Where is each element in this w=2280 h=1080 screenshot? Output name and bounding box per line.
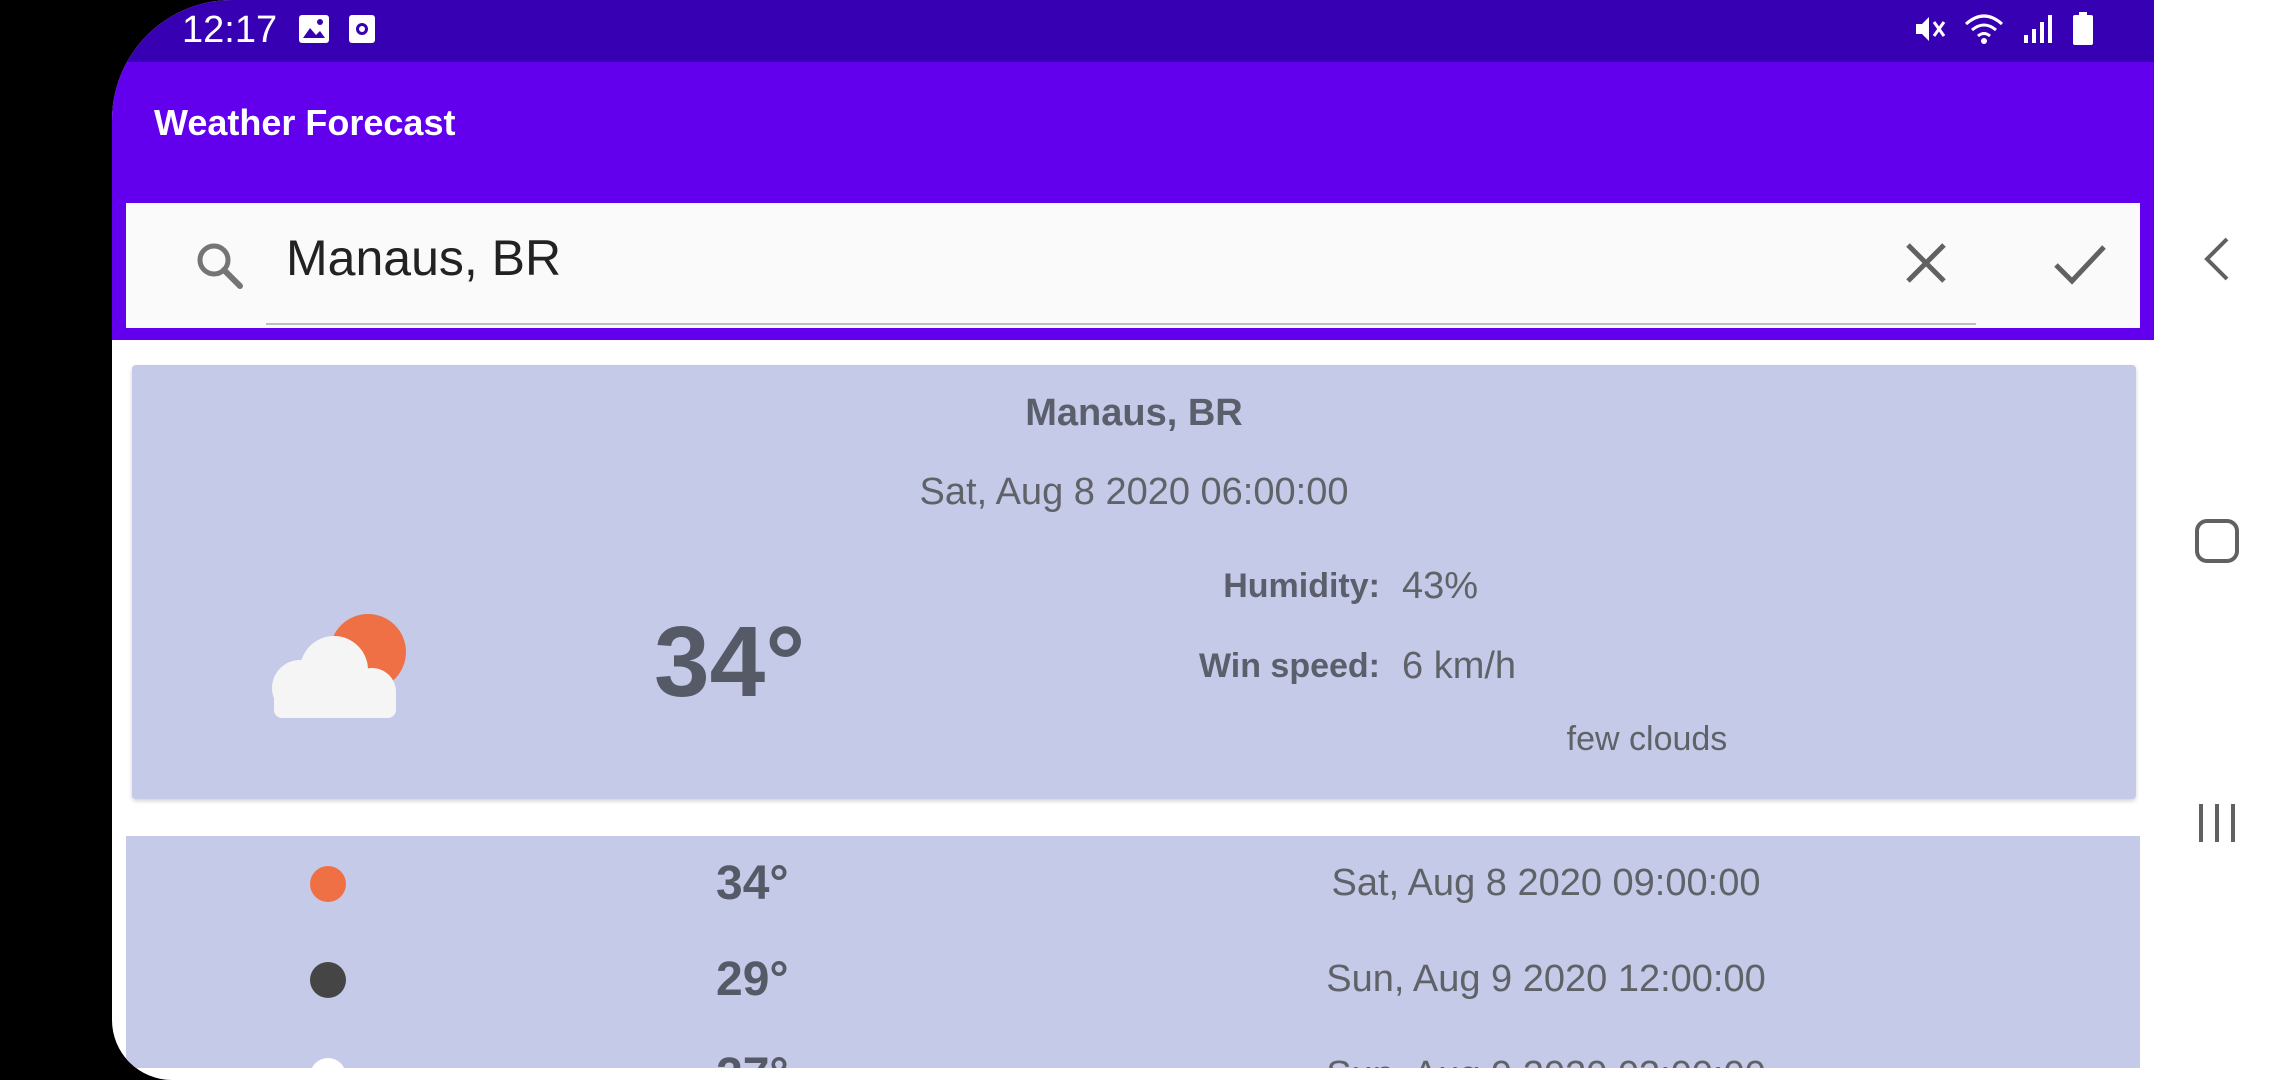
mute-icon [1912, 12, 1946, 51]
forecast-datetime: Sun, Aug 9 2020 03:00:00 [1246, 1054, 1846, 1068]
search-input[interactable] [286, 223, 1986, 293]
weather-description: few clouds [1566, 720, 1728, 758]
forecast-row[interactable]: 27° Sun, Aug 9 2020 03:00:00 [126, 1028, 2140, 1068]
current-temperature: 34° [654, 606, 806, 718]
recents-button[interactable] [2184, 790, 2250, 856]
check-icon [2054, 245, 2106, 285]
night-dot-icon [310, 962, 346, 998]
wifi-icon [1964, 12, 2004, 51]
few-clouds-icon [262, 610, 422, 725]
forecast-temperature: 34° [716, 857, 789, 910]
wind-label: Win speed: [1198, 647, 1380, 685]
battery-icon [2072, 12, 2094, 51]
forecast-list[interactable]: 34° Sat, Aug 8 2020 09:00:00 29° Sun, Au… [126, 836, 2140, 1068]
forecast-row[interactable]: 34° Sat, Aug 8 2020 09:00:00 [126, 836, 2140, 932]
app-screen: 12:17 Weather Forecast Manaus, BR Manaus… [112, 0, 2154, 1080]
home-icon [2195, 519, 2239, 563]
app-bar: Weather Forecast [112, 62, 2154, 202]
image-icon [298, 14, 330, 49]
back-button[interactable] [2184, 226, 2250, 292]
humidity-value: 43% [1402, 565, 1479, 607]
home-button[interactable] [2184, 508, 2250, 574]
status-time: 12:17 [182, 9, 278, 51]
forecast-datetime: Sun, Aug 9 2020 12:00:00 [1326, 958, 1766, 1000]
search-box [126, 203, 2140, 328]
current-datetime: Sat, Aug 8 2020 06:00:00 [919, 471, 1349, 513]
back-icon [2204, 237, 2229, 281]
submit-button[interactable] [2048, 233, 2112, 293]
app-title: Weather Forecast [154, 102, 456, 143]
forecast-row[interactable]: 29° Sun, Aug 9 2020 12:00:00 [126, 932, 2140, 1028]
navigation-bar [2154, 0, 2280, 1080]
screen-record-icon [348, 14, 376, 49]
current-weather-card: Manaus, BR Sat, Aug 8 2020 06:00:00 34° … [132, 365, 2136, 799]
current-city: Manaus, BR [1025, 392, 1243, 434]
search-bar [112, 202, 2154, 340]
sun-dot-icon [310, 866, 346, 902]
search-icon [194, 240, 246, 297]
forecast-temperature: 29° [716, 953, 789, 1006]
cloud-dot-icon [310, 1058, 346, 1068]
search-underline [266, 323, 1976, 325]
humidity-label: Humidity: [1223, 567, 1380, 605]
signal-icon [2022, 13, 2054, 50]
recents-icon [2199, 804, 2235, 842]
wind-value: 6 km/h [1402, 645, 1517, 687]
status-bar: 12:17 [112, 0, 2154, 62]
forecast-temperature: 27° [716, 1048, 789, 1068]
clear-button[interactable] [1896, 233, 1956, 293]
forecast-datetime: Sat, Aug 8 2020 09:00:00 [1331, 862, 1761, 904]
close-icon [1906, 243, 1946, 283]
